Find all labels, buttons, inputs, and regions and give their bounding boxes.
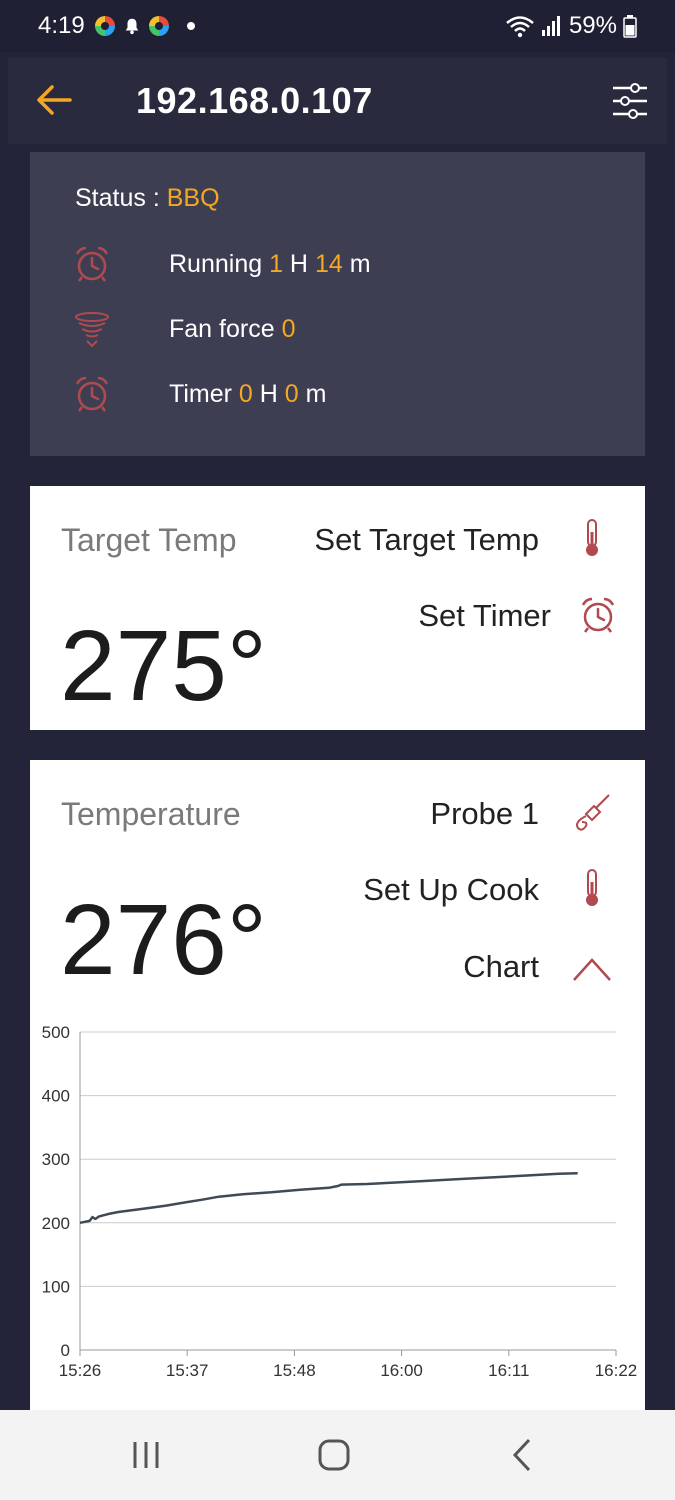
target-temp-card: Target Temp Set Target Temp Set Timer 27… xyxy=(30,486,645,730)
chart-y-tick-label: 500 xyxy=(42,1023,70,1042)
wifi-icon xyxy=(506,16,534,38)
probe-icon[interactable] xyxy=(572,792,612,832)
status-time: 4:19 xyxy=(38,12,85,39)
temperature-chart: 0 100 200 300 400 500 15:26 15:37 15:48 16:00 16:1… xyxy=(42,1023,638,1380)
thermometer-icon[interactable] xyxy=(572,518,612,558)
chart-toggle-button[interactable]: Chart xyxy=(463,949,539,985)
chart-x-tick-label: 15:48 xyxy=(273,1361,316,1380)
notification-icons xyxy=(94,16,195,36)
more-notifications-icon xyxy=(186,22,195,30)
back-arrow-icon[interactable] xyxy=(34,80,74,120)
battery-percent: 59% xyxy=(568,12,617,39)
fan-row: Fan force 0 xyxy=(30,307,645,351)
status-card: Status : BBQ Running 1 H 14 m Fan force … xyxy=(30,152,645,456)
chart-series-line xyxy=(79,1171,578,1225)
timer-row: Timer 0 H 0 m xyxy=(30,372,645,416)
chart-x-tick-label: 16:11 xyxy=(488,1361,529,1380)
chart-x-tick-label: 15:37 xyxy=(166,1361,209,1380)
app-notification-icon xyxy=(148,16,169,36)
app-bar: 192.168.0.107 xyxy=(8,58,667,144)
status-line: Status : BBQ xyxy=(75,184,220,213)
chart-y-tick-label: 100 xyxy=(42,1277,70,1296)
chart-y-tick-label: 400 xyxy=(42,1087,70,1106)
recents-icon[interactable] xyxy=(125,1434,167,1476)
home-icon[interactable] xyxy=(313,1434,355,1476)
app-notification-icon xyxy=(94,16,115,36)
set-up-cook-button[interactable]: Set Up Cook xyxy=(363,872,539,908)
chart-y-tick-label: 0 xyxy=(61,1341,70,1360)
status-label: Status : xyxy=(75,184,167,212)
alarm-clock-icon[interactable] xyxy=(578,595,618,635)
chevron-up-icon[interactable] xyxy=(572,950,612,990)
chart-x-tick-label: 16:22 xyxy=(595,1361,638,1380)
probe-selector-button[interactable]: Probe 1 xyxy=(430,796,539,832)
alarm-clock-icon xyxy=(75,246,109,282)
sliders-icon[interactable] xyxy=(611,82,649,120)
chart-x-tick-label: 16:00 xyxy=(380,1361,423,1380)
battery-icon xyxy=(623,15,637,38)
page-title: 192.168.0.107 xyxy=(136,80,373,121)
temperature-card: Temperature Probe 1 Set Up Cook Chart 27… xyxy=(30,760,645,1410)
system-nav-bar xyxy=(0,1410,675,1500)
thermometer-icon[interactable] xyxy=(572,868,612,908)
signal-icon xyxy=(541,16,560,36)
timer-text: Timer 0 H 0 m xyxy=(169,380,327,408)
temperature-value: 276° xyxy=(60,884,267,996)
nav-back-icon[interactable] xyxy=(502,1434,544,1476)
target-temp-value: 275° xyxy=(60,610,267,722)
chart-y-tick-label: 300 xyxy=(42,1150,70,1169)
chart-x-tick-label: 15:26 xyxy=(59,1361,102,1380)
set-timer-button[interactable]: Set Timer xyxy=(418,598,551,634)
alarm-clock-icon xyxy=(75,376,109,412)
status-bar: 4:19 59% xyxy=(0,0,675,52)
running-text: Running 1 H 14 m xyxy=(169,250,371,278)
fan-icon xyxy=(75,312,109,348)
chart-y-tick-label: 200 xyxy=(42,1214,70,1233)
bell-icon xyxy=(125,18,139,35)
fan-text: Fan force 0 xyxy=(169,315,296,343)
temperature-label: Temperature xyxy=(61,796,241,832)
status-value: BBQ xyxy=(166,184,220,212)
target-temp-label: Target Temp xyxy=(61,522,237,558)
status-right: 59% xyxy=(505,12,637,40)
set-target-temp-button[interactable]: Set Target Temp xyxy=(314,522,539,558)
running-row: Running 1 H 14 m xyxy=(30,242,645,286)
